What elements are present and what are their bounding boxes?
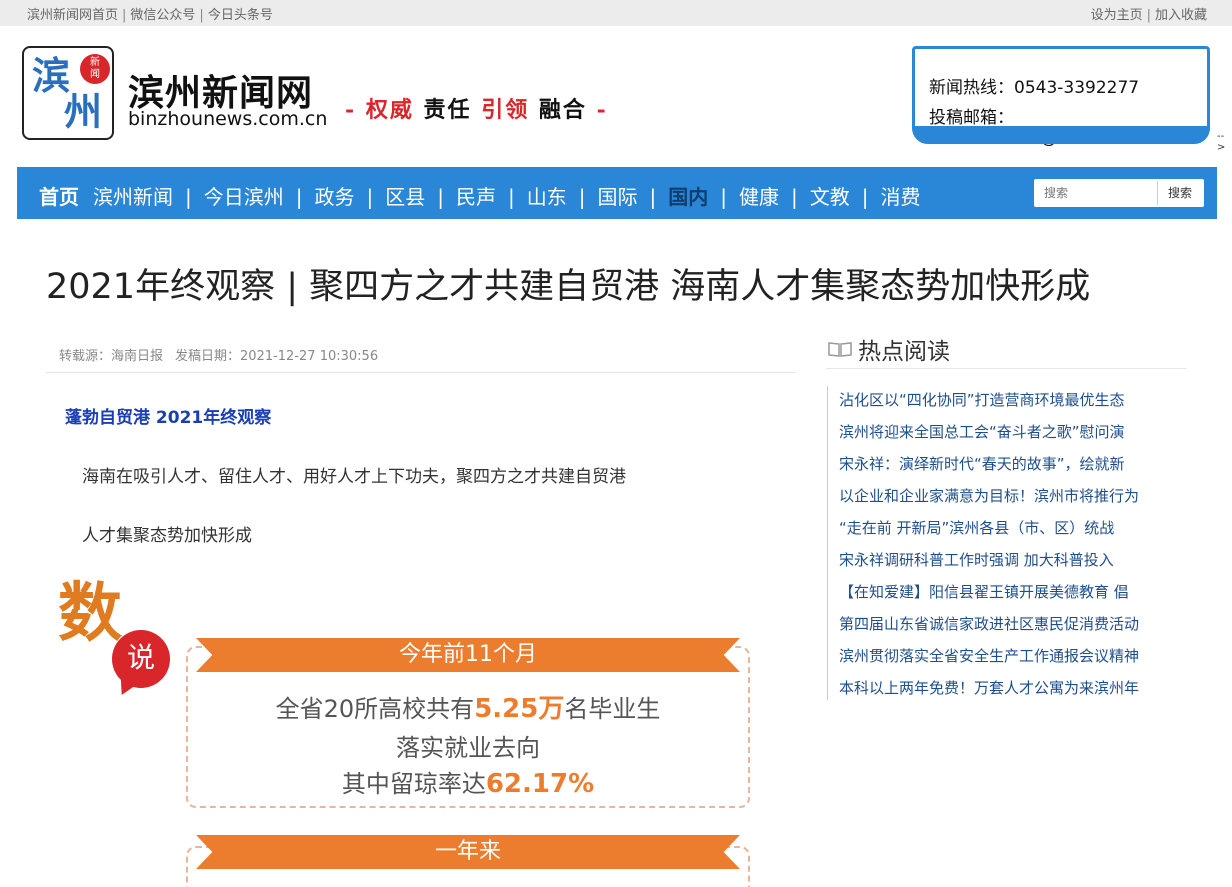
slogan-2: 责任: [423, 97, 472, 123]
logo-char-2: 州: [64, 89, 103, 134]
stat-banner: 一年来: [196, 835, 740, 869]
search-button[interactable]: 搜索: [1157, 181, 1202, 205]
slogan-1: 权威: [365, 97, 414, 123]
nav-item-today-binzhou[interactable]: 今日滨州: [204, 181, 284, 210]
nav-home[interactable]: 首页: [39, 181, 79, 210]
search-input[interactable]: [1034, 179, 1156, 207]
hot-reading-item[interactable]: “走在前 开新局”滨州各县（市、区）统战: [828, 514, 1167, 546]
nav-divider: |: [649, 185, 657, 209]
stat-text: 其中留琼率达: [341, 770, 486, 798]
toutiao-link[interactable]: 今日头条号: [208, 8, 273, 23]
divider: [826, 368, 1186, 369]
stat-text: 全省20所高校共有: [275, 695, 475, 723]
infographic-shu: 数: [58, 576, 122, 651]
hot-reading-item[interactable]: 【在知爱建】阳信县翟王镇开展美德教育 倡: [828, 578, 1167, 610]
nav-divider: |: [437, 185, 444, 209]
nav-divider: |: [578, 185, 586, 209]
slogan-3: 引领: [481, 97, 530, 123]
stat-line-1: 全省20所高校共有5.25万名毕业生: [186, 688, 750, 725]
hot-reading-item[interactable]: 宋永祥调研科普工作时强调 加大科普投入: [828, 546, 1167, 578]
hot-reading-title: 热点阅读: [828, 332, 950, 366]
stat-text: 名毕业生: [564, 695, 661, 723]
hotline-text: 新闻热线：0543-3392277: [929, 78, 1140, 98]
nav-item-domestic[interactable]: 国内: [668, 181, 708, 210]
nav-divider: |: [185, 185, 192, 209]
slogan-4: 融合: [538, 97, 587, 123]
home-link[interactable]: 滨州新闻网首页: [27, 8, 118, 23]
nav-item-binzhou-news[interactable]: 滨州新闻: [93, 181, 173, 210]
article-paragraph: 海南在吸引人才、留住人才、用好人才上下功夫，聚四方之才共建自贸港: [82, 467, 626, 487]
slogan: - 权威 责任 引领 融合 -: [345, 97, 608, 123]
nav-item-counties[interactable]: 区县: [385, 181, 425, 210]
nav-divider: |: [861, 185, 869, 209]
hot-reading-item[interactable]: 滨州将迎来全国总工会“奋斗者之歌”慰问演: [828, 418, 1167, 450]
wechat-link[interactable]: 微信公众号: [130, 8, 195, 23]
hot-reading-item[interactable]: 以企业和企业家满意为目标！滨州市将推行为: [828, 482, 1167, 514]
nav-divider: |: [366, 185, 374, 209]
contact-box: 新闻热线：0543-3392277 投稿邮箱：binzhounews@126.c…: [912, 46, 1225, 153]
article-date: 发稿日期：2021-12-27 10:30:56: [175, 349, 379, 364]
article-paragraph: 人才集聚态势加快形成: [82, 526, 252, 546]
divider: [46, 372, 796, 373]
hot-reading-item[interactable]: 沾化区以“四化协同”打造营商环境最优生态: [828, 386, 1167, 418]
stat-number: 62.17%: [485, 769, 595, 799]
top-bar: 滨州新闻网首页 | 微信公众号 | 今日头条号 设为主页 | 加入收藏: [0, 0, 1232, 26]
nav-item-international[interactable]: 国际: [598, 181, 638, 210]
stat-unit: 万: [538, 694, 565, 724]
nav-divider: |: [791, 185, 798, 209]
hot-reading-list: 沾化区以“四化协同”打造营商环境最优生态 滨州将迎来全国总工会“奋斗者之歌”慰问…: [827, 386, 1167, 700]
site-logo[interactable]: 滨 州 新闻: [22, 46, 114, 140]
nav-item-culture-education[interactable]: 文教: [810, 181, 850, 210]
nav-item-shandong[interactable]: 山东: [527, 181, 567, 210]
nav-item-consumption[interactable]: 消费: [881, 181, 921, 210]
hot-reading-item[interactable]: 滨州贯彻落实全省安全生产工作通报会议精神: [828, 642, 1167, 674]
article-kicker: 蓬勃自贸港 2021年终观察: [65, 408, 272, 428]
hot-reading-item[interactable]: 本科以上两年免费！万套人才公寓为来滨州年: [828, 674, 1167, 706]
stat-line-2: 落实就业去向: [396, 734, 540, 762]
nav-item-government[interactable]: 政务: [315, 181, 355, 210]
nav-divider: |: [720, 185, 727, 209]
arrow-text: -->: [1217, 131, 1226, 153]
logo-badge: 新闻: [80, 54, 110, 84]
divider: |: [122, 8, 127, 23]
set-homepage-link[interactable]: 设为主页: [1091, 8, 1143, 23]
article-infographic: 数 说 今年前11个月 全省20所高校共有5.25万名毕业生 落实就业去向 其中…: [46, 570, 766, 887]
book-icon: [828, 342, 852, 357]
hot-reading-item[interactable]: 宋永祥：演绎新时代“春天的故事”，绘就新: [828, 450, 1167, 482]
site-domain: binzhounews.com.cn: [128, 108, 328, 130]
add-favorite-link[interactable]: 加入收藏: [1155, 8, 1207, 23]
divider: |: [1146, 8, 1151, 23]
hot-reading-item[interactable]: 第四届山东省诚信家政进社区惠民促消费活动: [828, 610, 1167, 642]
nav-item-health[interactable]: 健康: [739, 181, 779, 210]
stat-line-3: 其中留琼率达62.17%: [186, 764, 750, 799]
stat-banner: 今年前11个月: [196, 638, 740, 672]
search-box: 搜索: [1034, 179, 1204, 207]
nav-item-public-voice[interactable]: 民声: [456, 181, 496, 210]
stat-number: 5.25: [474, 694, 539, 724]
hot-reading-label: 热点阅读: [858, 339, 950, 365]
article-title: 2021年终观察 | 聚四方之才共建自贸港 海南人才集聚态势加快形成: [46, 267, 1091, 307]
divider: |: [199, 8, 204, 23]
top-links-right: 设为主页 | 加入收藏: [1091, 4, 1207, 23]
speech-bubble-icon: 说: [112, 630, 170, 688]
nav-divider: |: [295, 185, 303, 209]
contact-box-base: [912, 126, 1210, 144]
article-meta: 转载源：海南日报 发稿日期：2021-12-27 10:30:56: [59, 345, 378, 364]
article-source: 转载源：海南日报: [59, 349, 164, 364]
top-links-left: 滨州新闻网首页 | 微信公众号 | 今日头条号: [27, 4, 273, 23]
main-nav: 首页 滨州新闻 | 今日滨州 | 政务 | 区县 | 民声 | 山东 | 国际 | 国内 | 健康 | 文教 | 消费 搜…: [17, 167, 1217, 219]
nav-divider: |: [508, 185, 515, 209]
